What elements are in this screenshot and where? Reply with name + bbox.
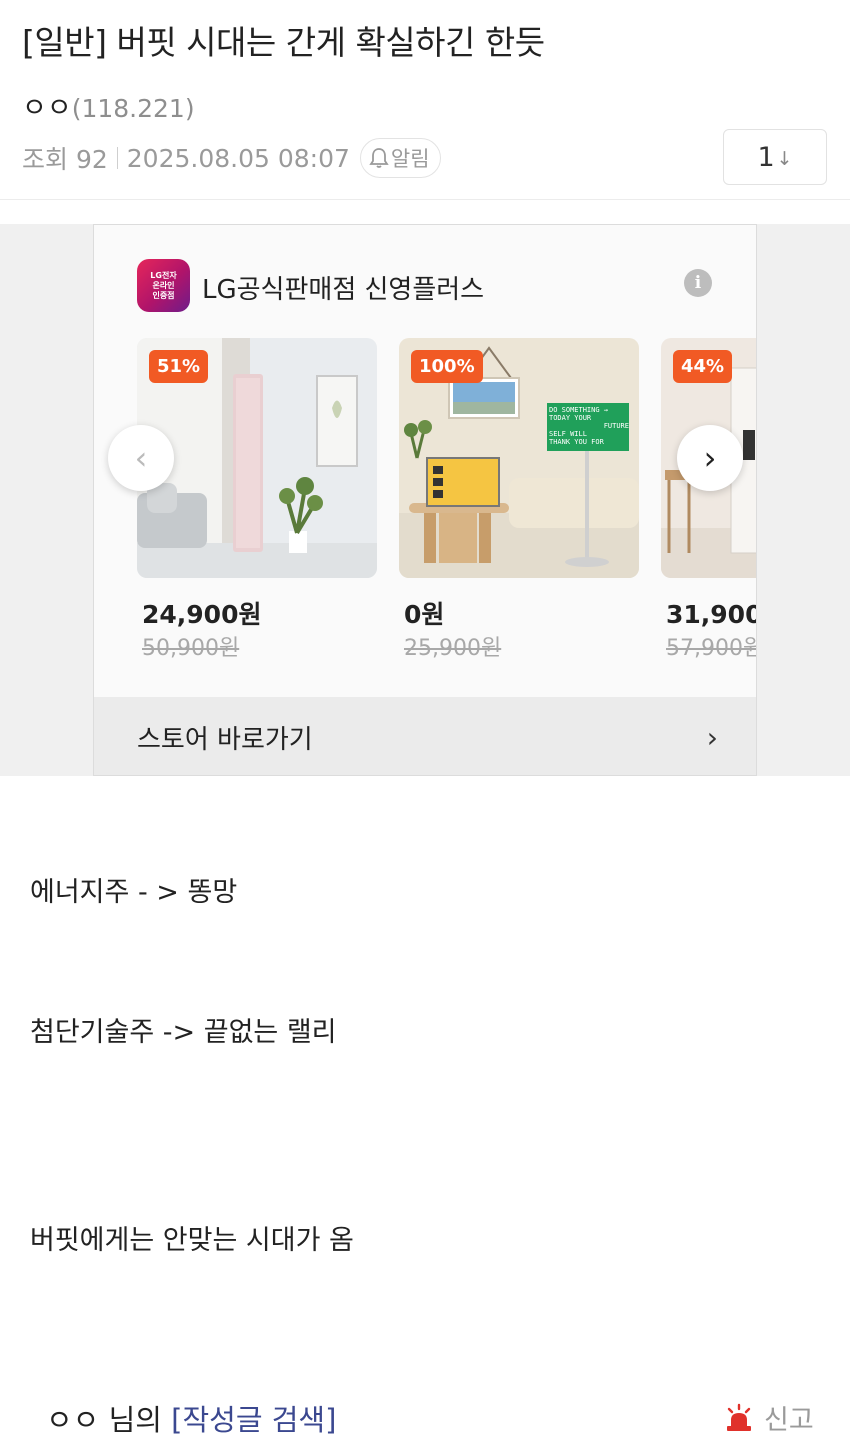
product-price: 31,900원: [666, 600, 756, 629]
store-name[interactable]: LG공식판매점 신영플러스: [202, 269, 484, 306]
tv-text-line: DO SOMETHING →: [549, 406, 609, 414]
product-carousel[interactable]: 51% 24,900원 50,900원 DO SOMETHING → TODAY…: [137, 338, 757, 678]
product-original-price: 50,900원: [142, 636, 240, 661]
view-count: 조회 92: [22, 145, 108, 174]
carousel-prev-button[interactable]: ‹: [108, 425, 174, 491]
post-datetime: 2025.08.05 08:07: [126, 143, 350, 173]
post-body-line: 버핏에게는 안맞는 시대가 옴: [30, 1225, 354, 1256]
product-image[interactable]: DO SOMETHING → TODAY YOUR FUTURE SELF WI…: [399, 338, 639, 578]
logo-text-line: LG전자: [150, 270, 177, 280]
comment-count: 1: [757, 141, 775, 173]
report-button[interactable]: 신고: [724, 1398, 814, 1437]
ad-card: LG전자 온라인 인증점 LG공식판매점 신영플러스 i 51% 24,900원…: [93, 224, 757, 776]
ad-section: LG전자 온라인 인증점 LG공식판매점 신영플러스 i 51% 24,900원…: [0, 224, 850, 776]
tv-text-line: TODAY YOUR: [549, 414, 592, 422]
store-link-button[interactable]: 스토어 바로가기 ›: [94, 697, 756, 775]
footer-author-name[interactable]: ㅇㅇ: [46, 1403, 99, 1437]
post-title: [일반] 버핏 시대는 간게 확실하긴 한듯: [22, 23, 545, 62]
author-ip: (118.221): [71, 94, 195, 123]
tv-screen-text: DO SOMETHING → TODAY YOUR FUTURE SELF WI…: [549, 406, 629, 446]
footer-author-suffix: 님의: [99, 1403, 172, 1437]
comment-count-button[interactable]: 1 ↓: [723, 129, 827, 185]
author-search: ㅇㅇ 님의 [작성글 검색]: [46, 1397, 336, 1439]
carousel-next-button[interactable]: ›: [677, 425, 743, 491]
product-original-price: 25,900원: [404, 636, 502, 661]
tv-text-line: SELF WILL: [549, 430, 587, 438]
author-posts-search-link[interactable]: [작성글 검색]: [171, 1403, 336, 1437]
meta-divider: [116, 147, 118, 169]
store-logo[interactable]: LG전자 온라인 인증점: [137, 259, 190, 312]
tv-text-line: FUTURE: [603, 422, 629, 430]
discount-badge: 100%: [411, 350, 483, 383]
discount-badge: 51%: [149, 350, 209, 383]
chevron-left-icon: ‹: [134, 439, 148, 477]
bell-icon: [369, 148, 389, 168]
siren-icon: [727, 1403, 751, 1431]
post-body-line: 에너지주 - > 똥망: [30, 877, 238, 908]
post-author[interactable]: ㅇㅇ(118.221): [22, 86, 195, 125]
chevron-right-icon: ›: [703, 439, 717, 477]
alarm-button[interactable]: 알림: [359, 138, 441, 178]
chevron-right-icon: ›: [706, 720, 718, 754]
arrow-down-icon: ↓: [776, 148, 793, 170]
header-divider: [0, 199, 850, 200]
post-body-line: 첨단기술주 -> 끝없는 랠리: [30, 1017, 337, 1048]
logo-text-line: 온라인: [152, 280, 175, 290]
product-original-price: 57,900원: [666, 636, 757, 661]
product-price: 0원: [404, 600, 445, 629]
tv-text-line: THANK YOU FOR: [549, 438, 604, 446]
logo-text-line: 인증점: [152, 290, 175, 300]
author-nickname[interactable]: ㅇㅇ: [22, 93, 72, 124]
discount-badge: 44%: [673, 350, 733, 383]
report-label: 신고: [764, 1405, 814, 1436]
info-icon[interactable]: i: [684, 269, 712, 297]
product-card[interactable]: DO SOMETHING → TODAY YOUR FUTURE SELF WI…: [399, 338, 639, 661]
product-price: 24,900원: [142, 600, 262, 629]
post-meta: 조회 92 2025.08.05 08:07 알림: [22, 138, 441, 178]
alarm-label: 알림: [390, 147, 430, 171]
store-link-label: 스토어 바로가기: [137, 724, 313, 755]
